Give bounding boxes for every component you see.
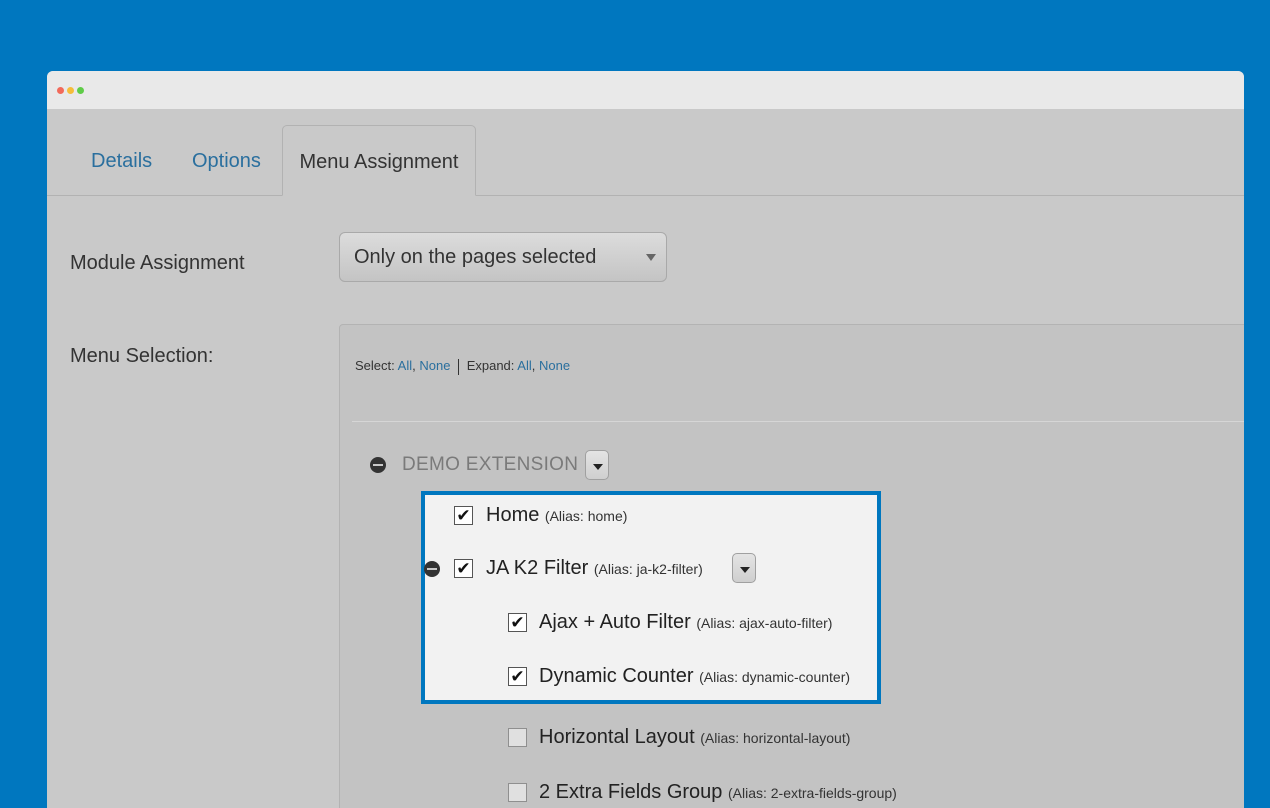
list-item: Dynamic Counter (Alias: dynamic-counter)	[539, 665, 850, 688]
item-name: Ajax + Auto Filter	[539, 611, 691, 633]
tab-details[interactable]: Details	[91, 125, 152, 197]
item-dropdown-button[interactable]	[732, 553, 756, 583]
checkbox-dynamic-counter[interactable]: ✔	[508, 667, 527, 686]
module-assignment-label: Module Assignment	[70, 252, 245, 274]
checkbox-ajax-auto-filter[interactable]: ✔	[508, 613, 527, 632]
item-name: Home	[486, 504, 540, 526]
select-none-link[interactable]: None	[419, 358, 450, 373]
tab-bar: Details Options Menu Assignment	[47, 109, 1244, 196]
list-item: JA K2 Filter (Alias: ja-k2-filter)	[486, 557, 703, 580]
check-icon: ✔	[456, 506, 471, 525]
divider-line	[352, 421, 1244, 422]
collapse-minus-icon[interactable]	[424, 561, 440, 577]
divider	[458, 358, 460, 375]
select-all-link[interactable]: All	[398, 358, 412, 373]
chevron-down-icon	[646, 254, 656, 261]
item-alias: (Alias: dynamic-counter)	[699, 669, 851, 685]
item-alias: (Alias: home)	[544, 508, 628, 524]
list-item: 2 Extra Fields Group (Alias: 2-extra-fie…	[539, 781, 897, 804]
list-item: Horizontal Layout (Alias: horizontal-lay…	[539, 726, 850, 749]
window-titlebar	[47, 71, 1244, 109]
list-item: Home (Alias: home)	[486, 504, 627, 527]
checkbox-horizontal-layout[interactable]	[508, 728, 527, 747]
menu-selection-label: Menu Selection:	[70, 345, 214, 367]
expand-all-link[interactable]: All	[517, 358, 531, 373]
item-name: Dynamic Counter	[539, 665, 694, 687]
check-icon: ✔	[456, 559, 471, 578]
item-alias: (Alias: 2-extra-fields-group)	[727, 785, 897, 801]
item-alias: (Alias: horizontal-layout)	[700, 730, 851, 746]
tab-options[interactable]: Options	[192, 125, 261, 197]
tab-menu-assignment[interactable]: Menu Assignment	[282, 125, 476, 196]
list-item: Ajax + Auto Filter (Alias: ajax-auto-fil…	[539, 611, 832, 634]
group-dropdown-button[interactable]	[585, 450, 609, 480]
expand-comma: ,	[531, 358, 536, 373]
maximize-window-dot[interactable]	[77, 87, 84, 94]
select-expand-bar: Select: All, None Expand: All, None	[355, 358, 570, 375]
select-prefix: Select:	[355, 358, 395, 373]
checkbox-2-extra-fields-group[interactable]	[508, 783, 527, 802]
module-assignment-select[interactable]: Only on the pages selected	[339, 232, 667, 282]
select-comma: ,	[412, 358, 416, 373]
checkbox-ja-k2-filter[interactable]: ✔	[454, 559, 473, 578]
item-name: 2 Extra Fields Group	[539, 781, 723, 803]
item-alias: (Alias: ja-k2-filter)	[593, 561, 703, 577]
minimize-window-dot[interactable]	[67, 87, 74, 94]
close-window-dot[interactable]	[57, 87, 64, 94]
item-name: Horizontal Layout	[539, 726, 695, 748]
menu-group-title: DEMO EXTENSION	[402, 454, 579, 475]
check-icon: ✔	[510, 667, 525, 686]
item-alias: (Alias: ajax-auto-filter)	[696, 615, 833, 631]
expand-none-link[interactable]: None	[539, 358, 570, 373]
browser-window: Details Options Menu Assignment Module A…	[47, 71, 1244, 808]
expand-prefix: Expand:	[466, 358, 515, 373]
module-assignment-value: Only on the pages selected	[354, 246, 597, 268]
collapse-minus-icon[interactable]	[370, 457, 386, 473]
checkbox-home[interactable]: ✔	[454, 506, 473, 525]
item-name: JA K2 Filter	[486, 557, 589, 579]
menu-selection-panel: Select: All, None Expand: All, None DEMO…	[339, 324, 1244, 808]
check-icon: ✔	[510, 613, 525, 632]
